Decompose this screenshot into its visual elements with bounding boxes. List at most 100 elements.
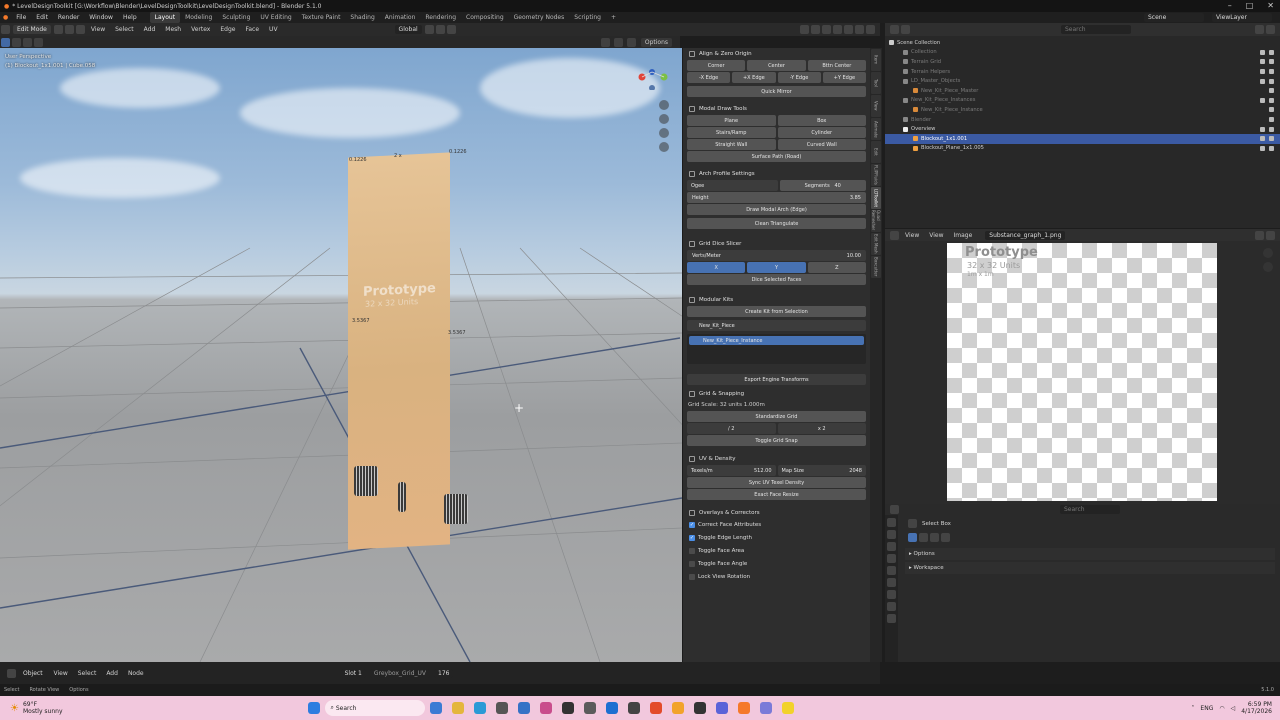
quick-mirror-button[interactable]: Quick Mirror [687, 86, 866, 97]
cylinder-button[interactable]: Cylinder [777, 127, 866, 138]
create-kit-button[interactable]: Create Kit from Selection [687, 306, 866, 317]
tab-edit-mesh[interactable]: Edit Mesh [871, 233, 881, 255]
tab-view[interactable]: View [871, 95, 881, 117]
editor-type-icon[interactable] [890, 230, 899, 240]
tab-rendering[interactable]: Rendering [420, 12, 461, 23]
select-invert-icon[interactable] [34, 37, 43, 47]
app-icon[interactable] [627, 702, 640, 714]
section-align[interactable]: Align & Zero Origin [683, 48, 870, 59]
plus-x-edge-button[interactable]: +X Edge [732, 72, 776, 83]
section-modular-kits[interactable]: Modular Kits [683, 294, 870, 305]
eye-icon[interactable] [1269, 69, 1274, 75]
tray-chevron-icon[interactable]: ˄ [1191, 705, 1194, 712]
wifi-icon[interactable]: ◠ [1219, 705, 1224, 712]
vp-menu-edge[interactable]: Edge [215, 24, 240, 35]
app-icon[interactable] [649, 702, 662, 714]
section-arch[interactable]: Arch Profile Settings [683, 168, 870, 179]
minimize-button[interactable]: – [1228, 0, 1232, 12]
tab-tool[interactable]: Tool [871, 72, 881, 94]
vertex-select-icon[interactable] [53, 25, 63, 34]
tab-sculpting[interactable]: Sculpting [217, 12, 255, 23]
shading-material-icon[interactable] [855, 25, 864, 34]
kit-instance-item[interactable]: New_Kit_Piece_Instance [689, 336, 864, 345]
view-layer-tab-icon[interactable] [887, 554, 896, 563]
material-tab-icon[interactable] [887, 614, 896, 623]
editor-type-icon[interactable] [1, 25, 10, 34]
node-menu-view[interactable]: View [49, 668, 73, 679]
app-icon[interactable] [693, 702, 706, 714]
checkbox-icon[interactable] [1260, 97, 1265, 103]
outliner-row[interactable]: New_Kit_Piece_Instance [885, 105, 1280, 115]
tab-shading[interactable]: Shading [345, 12, 379, 23]
orientation-selector[interactable]: Global [394, 25, 422, 34]
xray-icon[interactable] [822, 25, 831, 34]
object-tab-icon[interactable] [887, 590, 896, 599]
img-menu-view-2[interactable]: View [924, 230, 948, 241]
box-button[interactable]: Box [777, 115, 866, 126]
axis-y-toggle[interactable] [613, 37, 623, 47]
checkbox-icon[interactable] [1260, 69, 1265, 75]
eye-icon[interactable] [1269, 97, 1274, 103]
outliner-row[interactable]: Blockout_Plane_1x1.005 [885, 144, 1280, 154]
material-selector[interactable]: Greybox_Grid_UV [369, 668, 431, 678]
pin-icon[interactable] [1255, 230, 1264, 240]
standardize-grid-button[interactable]: Standardize Grid [687, 411, 866, 422]
editor-type-icon[interactable] [890, 25, 899, 34]
taskbar-search[interactable]: ⌕ Search [324, 700, 425, 716]
corner-button[interactable]: Corner [687, 60, 746, 71]
select-extend-icon[interactable] [12, 37, 21, 47]
axis-x-toggle[interactable]: X [687, 262, 746, 273]
minus-y-edge-button[interactable]: -Y Edge [777, 72, 821, 83]
axis-z-toggle[interactable] [626, 37, 636, 47]
node-menu-node[interactable]: Node [123, 668, 149, 679]
kit-name-field[interactable]: New_Kit_Piece [687, 320, 866, 331]
menu-render[interactable]: Render [53, 12, 84, 23]
eye-icon[interactable] [1269, 88, 1274, 94]
tab-quad-remesher[interactable]: Quad Remesher [871, 210, 881, 232]
pivot-icon[interactable] [424, 25, 434, 34]
node-menu-select[interactable]: Select [73, 668, 102, 679]
mode-subtract-icon[interactable] [930, 533, 939, 542]
eye-icon[interactable] [1269, 78, 1274, 84]
checkbox-icon[interactable] [1260, 49, 1265, 55]
app-icon[interactable] [605, 702, 618, 714]
tab-edit[interactable]: Edit [871, 141, 881, 163]
zoom-icon[interactable] [659, 100, 669, 110]
vp-menu-select[interactable]: Select [110, 24, 139, 35]
clean-triangulate-button[interactable]: Clean Triangulate [687, 218, 866, 229]
tab-texture-paint[interactable]: Texture Paint [297, 12, 346, 23]
outliner-search-input[interactable]: Search [1061, 25, 1131, 34]
explorer-icon[interactable] [451, 702, 464, 714]
clock[interactable]: 6:59 PM 4/17/2026 [1241, 701, 1272, 715]
section-uv-density[interactable]: UV & Density [683, 453, 870, 464]
gizmo-icon[interactable] [800, 25, 809, 34]
close-button[interactable]: ✕ [1267, 0, 1274, 12]
tab-item[interactable]: Item [871, 49, 881, 71]
eye-icon[interactable] [1269, 126, 1274, 132]
image-selector[interactable]: Substance_graph_1.png [985, 230, 1066, 240]
outliner-row[interactable]: Terrain Helpers [885, 67, 1280, 77]
vscode-icon[interactable] [517, 702, 530, 714]
axis-z-toggle[interactable]: Z [807, 262, 866, 273]
pan-hand-icon[interactable] [1263, 262, 1273, 272]
blender-taskbar-icon[interactable] [737, 702, 750, 714]
vp-menu-mesh[interactable]: Mesh [160, 24, 186, 35]
mode-intersect-icon[interactable] [941, 533, 950, 542]
ortho-toggle-icon[interactable] [659, 142, 669, 152]
vp-menu-uv[interactable]: UV [264, 24, 283, 35]
maximize-button[interactable]: □ [1246, 0, 1254, 12]
display-mode-icon[interactable] [901, 25, 910, 34]
img-menu-image[interactable]: Image [949, 230, 978, 241]
toggle-grid-snap-button[interactable]: Toggle Grid Snap [687, 435, 866, 446]
outliner-row[interactable]: Overview [885, 124, 1280, 134]
draw-arch-button[interactable]: Draw Modal Arch (Edge) [687, 204, 866, 215]
sync-texel-button[interactable]: Sync UV Texel Density [687, 477, 866, 488]
surface-path-button[interactable]: Surface Path (Road) [687, 151, 866, 162]
arch-segments-field[interactable]: Segments 40 [779, 180, 866, 191]
tab-layout[interactable]: Layout [149, 12, 181, 23]
map-size-field[interactable]: Map Size 2048 [777, 465, 866, 476]
vp-menu-add[interactable]: Add [139, 24, 161, 35]
plus-y-edge-button[interactable]: +Y Edge [822, 72, 866, 83]
arch-height-field[interactable]: Height 3.85 [687, 192, 866, 203]
app-icon[interactable] [583, 702, 596, 714]
